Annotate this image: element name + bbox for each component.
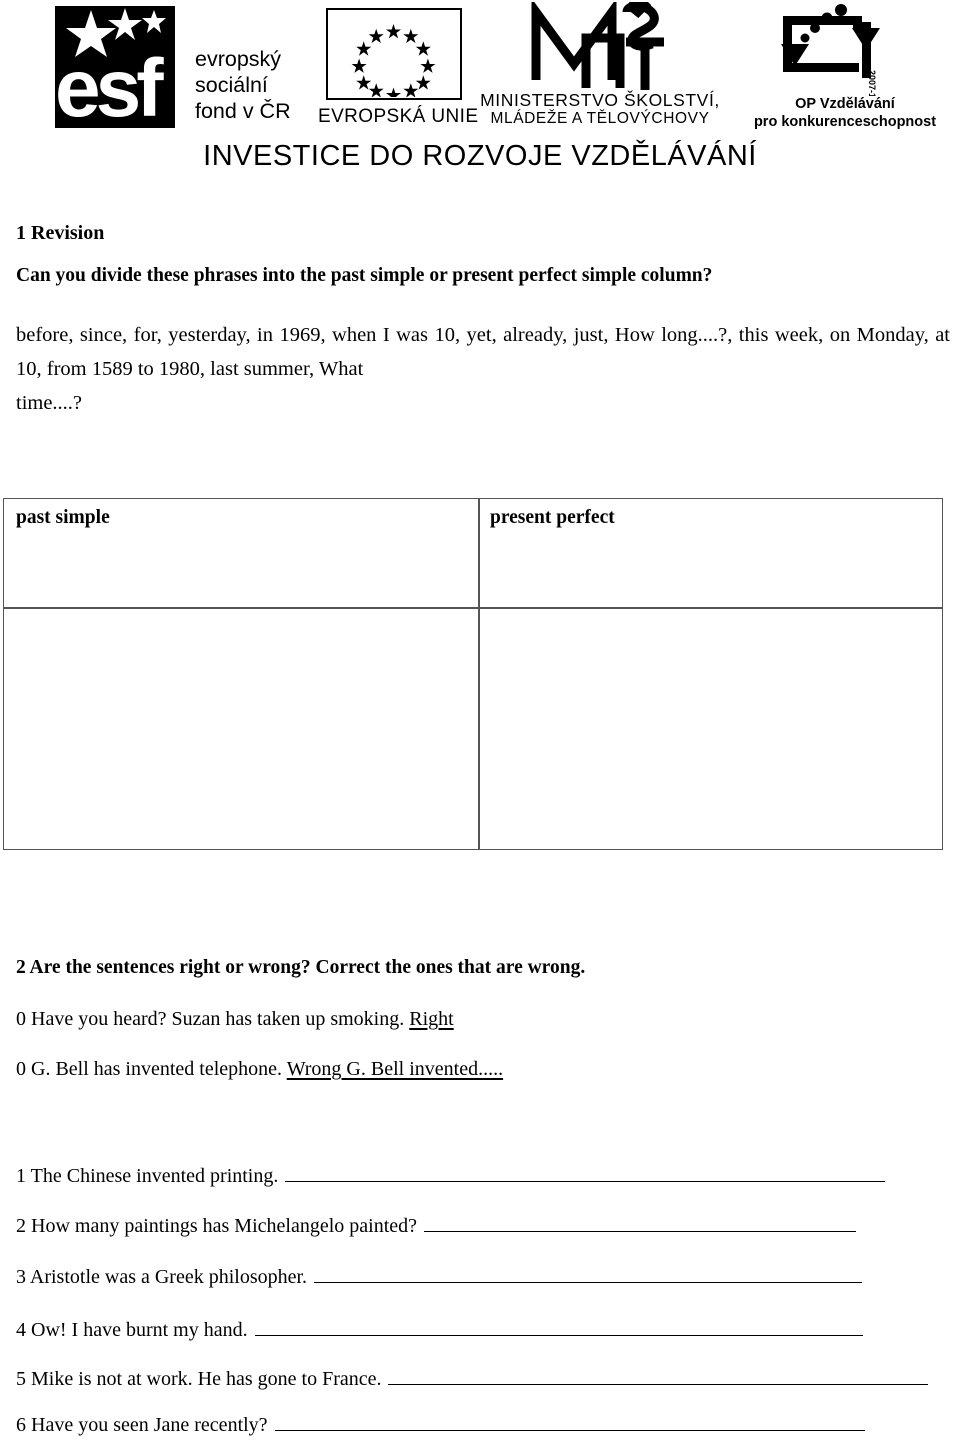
op-vk-caption-line-2: pro konkurenceschopnost	[753, 114, 937, 130]
task-2-item-3-answer-blank[interactable]	[314, 1267, 863, 1283]
msmt-monogram-icon	[531, 2, 664, 90]
esf-logo: esf evropský sociální fond v ČR	[55, 6, 305, 134]
past-simple-present-perfect-table: past simple present perfect	[3, 498, 943, 850]
op-vk-arrows-icon: 2007-13	[781, 4, 880, 96]
task-2-item-5-answer-blank[interactable]	[388, 1369, 929, 1385]
task-2-item-1-answer-blank[interactable]	[285, 1166, 886, 1182]
task-2-item-6-answer-blank[interactable]	[274, 1415, 865, 1431]
esf-subtitle-line-2: sociální	[195, 73, 268, 97]
task-1-phrase-list: before, since, for, yesterday, in 1969, …	[16, 318, 950, 420]
eu-logo-caption: EVROPSKÁ UNIE	[318, 106, 479, 127]
task-2-item-3: 3 Aristotle was a Greek philosopher.	[16, 1266, 863, 1289]
table-header-divider	[4, 607, 942, 609]
esf-wordmark: esf	[55, 48, 163, 130]
task-2-item-1: 1 The Chinese invented printing.	[16, 1165, 886, 1188]
task-2-example-0b-answer: Wrong G. Bell invented.....	[286, 1058, 504, 1080]
task-2-item-2-text: 2 How many paintings has Michelangelo pa…	[16, 1215, 418, 1237]
task-2-item-1-text: 1 The Chinese invented printing.	[16, 1165, 279, 1187]
task-2-example-0a-prompt: 0 Have you heard? Suzan has taken up smo…	[16, 1008, 410, 1030]
table-header-past-simple: past simple	[16, 507, 110, 528]
op-vzdelavani-logo: 2007-13 OP Vzdělávání pro konkurencescho…	[754, 4, 936, 134]
task-2-item-2: 2 How many paintings has Michelangelo pa…	[16, 1215, 857, 1238]
task-2-item-6-text: 6 Have you seen Jane recently?	[16, 1414, 268, 1436]
task-2-item-2-answer-blank[interactable]	[424, 1216, 857, 1232]
task-2-title: 2 Are the sentences right or wrong? Corr…	[16, 957, 586, 978]
european-union-logo: EVROPSKÁ UNIE	[318, 8, 479, 136]
msmt-caption-line-2: MLÁDEŽE A TĚLOVÝCHOVY	[490, 110, 710, 127]
task-1-question: Can you divide these phrases into the pa…	[16, 265, 713, 286]
task-2-item-5-text: 5 Mike is not at work. He has gone to Fr…	[16, 1368, 382, 1390]
task-2-item-4-answer-blank[interactable]	[254, 1320, 863, 1336]
task-2-item-4: 4 Ow! I have burnt my hand.	[16, 1319, 863, 1342]
msmt-caption-line-1: MINISTERSTVO ŠKOLSTVÍ,	[480, 90, 720, 110]
task-1-phrases-lastline: time....?	[16, 392, 83, 414]
task-2-example-0b-prompt: 0 G. Bell has invented telephone.	[16, 1058, 287, 1080]
task-2-item-5: 5 Mike is not at work. He has gone to Fr…	[16, 1368, 929, 1391]
task-2-example-0a: 0 Have you heard? Suzan has taken up smo…	[16, 1008, 454, 1031]
esf-wordmark-text: esf	[55, 43, 163, 134]
task-2-item-6: 6 Have you seen Jane recently?	[16, 1414, 865, 1437]
esf-subtitle-line-1: evropský	[195, 47, 282, 71]
eu-flag-icon	[326, 8, 462, 102]
task-2-item-4-text: 4 Ow! I have burnt my hand.	[16, 1319, 248, 1341]
task-2-item-3-text: 3 Aristotle was a Greek philosopher.	[16, 1266, 308, 1288]
task-1-title: 1 Revision	[16, 222, 105, 244]
task-2-example-0a-answer: Right	[409, 1008, 454, 1030]
task-2-example-0b: 0 G. Bell has invented telephone. Wrong …	[16, 1058, 503, 1081]
table-header-present-perfect: present perfect	[490, 507, 615, 528]
task-1-phrases-text: before, since, for, yesterday, in 1969, …	[16, 324, 950, 380]
programme-tagline: INVESTICE DO ROZVOJE VZDĚLÁVÁNÍ	[203, 140, 757, 172]
funding-logo-bar: esf evropský sociální fond v ČR EVROPSKÁ…	[0, 0, 960, 190]
table-cell-present-perfect[interactable]	[480, 611, 944, 847]
table-cell-past-simple[interactable]	[4, 611, 478, 847]
esf-subtitle: evropský sociální fond v ČR	[195, 46, 291, 124]
msmt-logo: MINISTERSTVO ŠKOLSTVÍ, MLÁDEŽE A TĚLOVÝC…	[480, 2, 720, 134]
esf-subtitle-line-3: fond v ČR	[195, 99, 291, 123]
op-vk-caption-line-1: OP Vzdělávání	[795, 96, 895, 112]
svg-text:2007-13: 2007-13	[867, 70, 877, 96]
